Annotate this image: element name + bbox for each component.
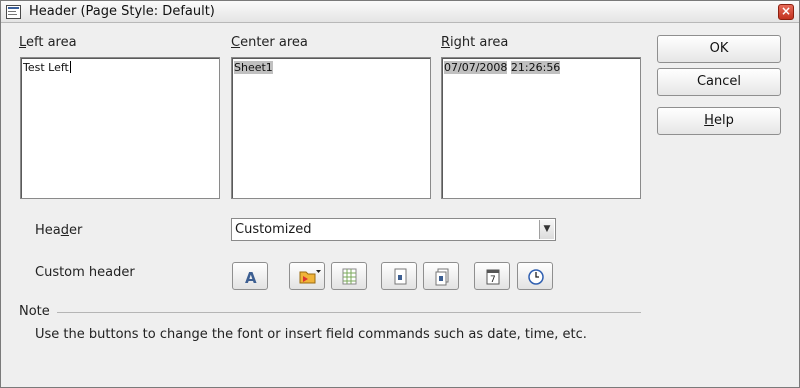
pages-button[interactable]	[423, 262, 459, 290]
left-area-label-rest: eft area	[26, 35, 77, 50]
right-area-editor[interactable]: 07/07/2008 21:26:56	[441, 57, 641, 199]
page-button[interactable]	[381, 262, 417, 290]
sheet-name-button[interactable]	[331, 262, 367, 290]
chevron-down-icon[interactable]: ▼	[539, 220, 554, 239]
close-button[interactable]: ×	[778, 4, 794, 20]
help-button[interactable]: Help	[657, 107, 781, 135]
time-button[interactable]	[517, 262, 553, 290]
left-area-label: Left area	[19, 35, 77, 50]
custom-header-label: Custom header	[35, 265, 135, 280]
header-select[interactable]: Customized ▼	[231, 218, 556, 241]
time-field: 21:26:56	[510, 61, 561, 74]
file-name-icon	[299, 270, 321, 284]
title-bar: Header (Page Style: Default) ×	[1, 1, 799, 23]
time-icon	[528, 269, 544, 285]
date-field: 07/07/2008	[444, 61, 508, 74]
svg-text:A: A	[245, 269, 257, 286]
text-attributes-icon: A	[245, 269, 257, 286]
header-label: Header	[35, 223, 83, 238]
text-attributes-button[interactable]: A	[232, 262, 268, 290]
sheet-name-field: Sheet1	[234, 61, 273, 74]
right-area-label: Right area	[441, 35, 509, 50]
center-area-label: Center area	[231, 35, 308, 50]
note-divider	[57, 312, 641, 313]
header-dialog: Header (Page Style: Default) × Left area…	[0, 0, 800, 388]
ok-button[interactable]: OK	[657, 35, 781, 63]
svg-text:7: 7	[490, 275, 496, 285]
date-button[interactable]: 7	[474, 262, 510, 290]
center-area-editor[interactable]: Sheet1	[231, 57, 431, 199]
text-caret	[69, 61, 71, 73]
pages-icon	[435, 268, 449, 286]
file-name-button[interactable]	[289, 262, 325, 290]
page-icon	[394, 268, 407, 285]
cancel-button[interactable]: Cancel	[657, 68, 781, 96]
note-text: Use the buttons to change the font or in…	[35, 327, 587, 342]
dialog-icon	[6, 5, 21, 19]
left-area-editor[interactable]: Test Left	[20, 57, 220, 199]
date-icon: 7	[486, 269, 500, 285]
note-label: Note	[19, 304, 50, 319]
left-area-content: Test Left	[23, 61, 69, 74]
window-title: Header (Page Style: Default)	[29, 4, 215, 19]
header-select-value: Customized	[235, 222, 312, 237]
sheet-name-icon	[342, 268, 357, 285]
